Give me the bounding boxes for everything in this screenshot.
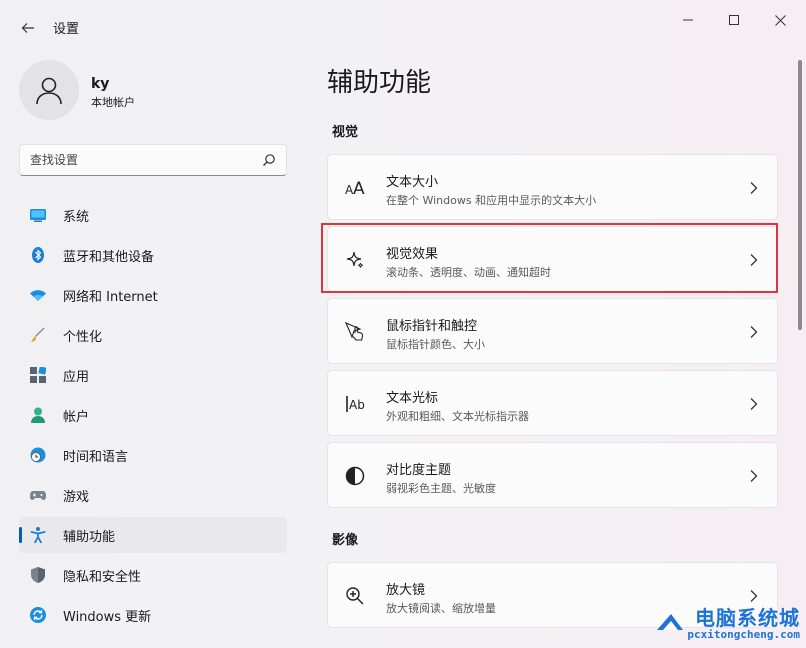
sidebar-item-label: 系统 — [63, 209, 90, 225]
magnifier-icon — [346, 587, 364, 605]
gamepad-icon — [30, 491, 46, 500]
sidebar-item-bluetooth[interactable]: 蓝牙和其他设备 — [19, 237, 287, 273]
chevron-right-icon — [750, 326, 758, 338]
app-title: 设置 — [53, 22, 80, 37]
card-title: 鼠标指针和触控 — [386, 319, 478, 334]
card-title: 文本光标 — [386, 391, 439, 406]
sidebar-item-network[interactable]: 网络和 Internet — [19, 277, 287, 313]
update-icon — [30, 607, 46, 623]
sidebar-item-apps[interactable]: 应用 — [19, 357, 287, 393]
section-heading-imaging: 影像 — [332, 533, 359, 548]
maximize-icon — [729, 15, 739, 25]
sidebar-item-label: 应用 — [63, 369, 90, 385]
watermark-title: 电脑系统城 — [695, 606, 800, 630]
card-title: 放大镜 — [386, 583, 426, 598]
brush-icon — [31, 327, 45, 342]
user-icon — [36, 77, 62, 105]
card-text-size[interactable]: AA 文本大小 在整个 Windows 和应用中显示的文本大小 — [327, 154, 778, 220]
card-title: 视觉效果 — [386, 247, 439, 262]
sidebar-item-system[interactable]: 系统 — [19, 197, 287, 233]
scrollbar[interactable] — [798, 60, 802, 330]
card-subtitle: 鼠标指针颜色、大小 — [386, 338, 485, 351]
section-heading-vision: 视觉 — [332, 125, 359, 140]
text-cursor-icon: Ab — [346, 396, 365, 412]
apps-icon — [30, 367, 46, 383]
globe-clock-icon — [30, 447, 46, 463]
contrast-icon — [345, 466, 365, 486]
sidebar-item-privacy[interactable]: 隐私和安全性 — [19, 557, 287, 593]
pointer-touch-icon — [345, 322, 364, 341]
accessibility-icon — [30, 527, 46, 543]
card-subtitle: 外观和粗细、文本光标指示器 — [386, 410, 529, 423]
watermark: 电脑系统城 pcxitongcheng.com — [655, 598, 806, 648]
maximize-button[interactable] — [714, 6, 754, 34]
sidebar-item-time-language[interactable]: 时间和语言 — [19, 437, 287, 473]
search-icon[interactable] — [262, 153, 276, 167]
shield-icon — [31, 567, 45, 583]
sidebar-item-label: 个性化 — [63, 329, 103, 345]
sparkle-icon — [346, 251, 363, 268]
account-type: 本地帐户 — [91, 96, 135, 109]
sidebar-nav: 系统 蓝牙和其他设备 网络和 Internet 个性化 应用 帐户 时间和语言 — [19, 197, 287, 637]
close-button[interactable] — [760, 6, 800, 34]
sidebar-item-label: 隐私和安全性 — [63, 569, 142, 585]
avatar[interactable] — [19, 60, 79, 120]
card-title: 文本大小 — [386, 175, 439, 190]
text-size-icon: AA — [345, 179, 365, 198]
card-visual-effects[interactable]: 视觉效果 滚动条、透明度、动画、通知超时 — [327, 226, 778, 292]
wifi-icon — [30, 290, 46, 301]
chevron-right-icon — [750, 182, 758, 194]
sidebar-item-label: 游戏 — [63, 489, 90, 505]
account-icon — [31, 407, 45, 423]
card-subtitle: 在整个 Windows 和应用中显示的文本大小 — [386, 194, 597, 207]
title-bar: 设置 — [0, 0, 806, 52]
sidebar-item-accounts[interactable]: 帐户 — [19, 397, 287, 433]
card-contrast-themes[interactable]: 对比度主题 弱视彩色主题、光敏度 — [327, 442, 778, 508]
page-title: 辅助功能 — [327, 68, 432, 98]
close-icon — [774, 14, 786, 26]
minimize-button[interactable] — [668, 6, 708, 34]
sidebar-item-label: Windows 更新 — [63, 609, 152, 625]
back-arrow-icon — [21, 23, 34, 33]
chevron-right-icon — [750, 254, 758, 266]
sidebar-item-accessibility[interactable]: 辅助功能 — [19, 517, 287, 553]
card-subtitle: 滚动条、透明度、动画、通知超时 — [386, 266, 551, 279]
sidebar-item-personalization[interactable]: 个性化 — [19, 317, 287, 353]
sidebar-item-windows-update[interactable]: Windows 更新 — [19, 597, 287, 633]
card-title: 对比度主题 — [386, 463, 452, 478]
system-icon — [30, 209, 46, 222]
bluetooth-icon — [32, 247, 44, 263]
watermark-url: pcxitongcheng.com — [687, 628, 800, 641]
minimize-icon — [683, 19, 693, 21]
back-button[interactable] — [14, 14, 42, 42]
chevron-right-icon — [750, 398, 758, 410]
search-input[interactable] — [30, 150, 250, 170]
settings-window: 设置 ky 本地帐户 系统 蓝牙和其他设备 网络和 Internet — [0, 0, 806, 648]
card-subtitle: 弱视彩色主题、光敏度 — [386, 482, 496, 495]
svg-text:A: A — [353, 179, 365, 198]
user-name: ky — [91, 76, 110, 92]
svg-text:Ab: Ab — [349, 398, 365, 412]
card-text-cursor[interactable]: Ab 文本光标 外观和粗细、文本光标指示器 — [327, 370, 778, 436]
sidebar-item-label: 网络和 Internet — [63, 289, 158, 305]
watermark-logo-icon — [657, 614, 683, 630]
sidebar-item-label: 时间和语言 — [63, 449, 129, 465]
sidebar-item-label: 帐户 — [63, 409, 90, 425]
card-mouse-pointer-touch[interactable]: 鼠标指针和触控 鼠标指针颜色、大小 — [327, 298, 778, 364]
chevron-right-icon — [750, 470, 758, 482]
sidebar-item-label: 蓝牙和其他设备 — [63, 249, 155, 265]
card-subtitle: 放大镜阅读、缩放增量 — [386, 602, 496, 615]
search-box[interactable] — [19, 144, 287, 176]
sidebar-item-label: 辅助功能 — [63, 529, 116, 545]
sidebar-item-gaming[interactable]: 游戏 — [19, 477, 287, 513]
